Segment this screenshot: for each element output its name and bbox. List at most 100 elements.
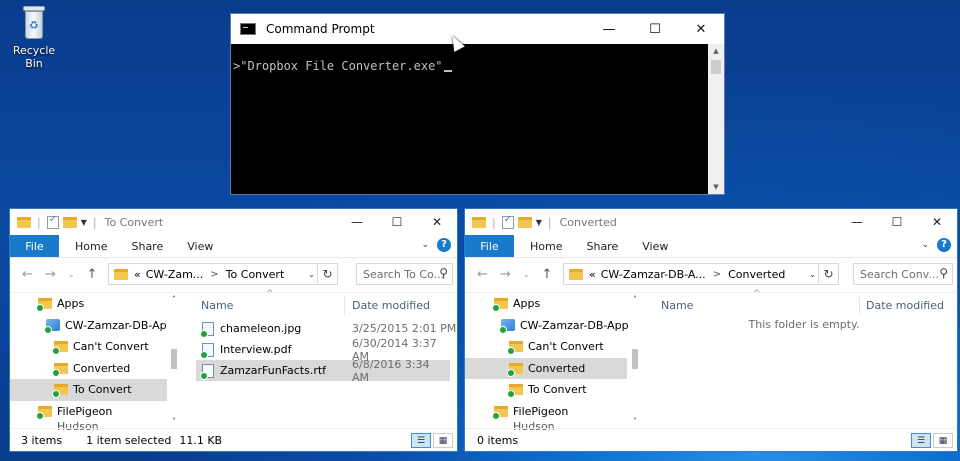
chevron-down-icon[interactable]: ⌄	[308, 270, 315, 279]
breadcrumb-to-convert[interactable]: To Convert	[226, 268, 285, 281]
expand-ribbon-icon[interactable]: ⌄	[921, 240, 929, 250]
properties-icon[interactable]	[46, 214, 59, 229]
search-icon[interactable]: ⚲	[939, 266, 948, 280]
back-arrow-icon[interactable]: ←	[477, 267, 488, 283]
tree-item-cw-zamzar-db-app[interactable]: CW-Zamzar-DB-App	[10, 315, 181, 337]
minimize-button[interactable]: —	[586, 14, 632, 44]
breadcrumb-overflow[interactable]: «	[589, 268, 596, 281]
maximize-button[interactable]: ☐	[377, 209, 417, 235]
file-row-selected[interactable]: ZamzarFunFacts.rtf 6/8/2016 3:34 AM	[196, 357, 450, 384]
properties-icon[interactable]	[501, 214, 514, 229]
scroll-thumb[interactable]	[632, 349, 638, 369]
chevron-down-icon[interactable]: ▼	[81, 218, 87, 227]
tree-item-cant-convert[interactable]: Can't Convert	[10, 336, 181, 358]
breadcrumb-cw-zamzar[interactable]: CW-Zam...	[146, 268, 204, 281]
address-bar[interactable]: « CW-Zam... > To Convert ⌄ ↻	[108, 263, 338, 285]
column-name-header[interactable]: Name	[201, 299, 233, 312]
scroll-up-icon[interactable]: ˄	[628, 295, 642, 304]
tab-file[interactable]: File	[10, 235, 59, 257]
maximize-button[interactable]: ☐	[632, 14, 678, 44]
chevron-down-icon[interactable]: ⌄	[809, 270, 816, 279]
tree-item-apps[interactable]: Apps	[465, 293, 642, 315]
minimize-button[interactable]: —	[337, 209, 377, 235]
tree-item-to-convert[interactable]: To Convert	[10, 379, 181, 401]
explorer-window-to-convert[interactable]: | ▼ | To Convert — ☐ ✕ File Home Share V…	[9, 208, 458, 452]
forward-arrow-icon[interactable]: →	[45, 267, 56, 283]
tab-home[interactable]: Home	[518, 235, 574, 257]
minimize-button[interactable]: —	[837, 209, 877, 235]
tab-view[interactable]: View	[175, 235, 225, 257]
close-button[interactable]: ✕	[417, 209, 457, 235]
scroll-up-icon[interactable]: ▲	[708, 44, 724, 58]
tree-item-to-convert[interactable]: To Convert	[465, 379, 642, 401]
search-icon[interactable]: ⚲	[439, 266, 448, 280]
recent-chevron-icon[interactable]: ⌄	[68, 267, 75, 283]
search-input[interactable]: Search To Co...	[363, 268, 444, 281]
expand-ribbon-icon[interactable]: ⌄	[421, 240, 429, 250]
recent-chevron-icon[interactable]: ⌄	[523, 267, 530, 283]
tree-item-filepigeon[interactable]: FilePigeon	[10, 401, 181, 423]
breadcrumb-overflow[interactable]: «	[134, 268, 141, 281]
explorer-window-converted[interactable]: | ▼ | Converted — ☐ ✕ File Home Share Vi…	[464, 208, 958, 452]
large-icons-view-icon[interactable]: ▦	[933, 433, 953, 448]
column-date-header[interactable]: Date modified	[866, 299, 944, 312]
close-button[interactable]: ✕	[917, 209, 957, 235]
cmd-console[interactable]: >"Dropbox File Converter.exe"	[231, 44, 708, 194]
tab-share[interactable]: Share	[119, 235, 175, 257]
tab-view[interactable]: View	[630, 235, 680, 257]
folder-icon	[569, 268, 583, 280]
tab-file[interactable]: File	[465, 235, 514, 257]
column-divider[interactable]	[859, 297, 860, 315]
help-icon[interactable]: ?	[437, 238, 451, 252]
tree-item-apps[interactable]: Apps	[10, 293, 181, 315]
details-view-icon[interactable]: ☰	[911, 433, 931, 448]
scroll-down-icon[interactable]: ▼	[708, 180, 724, 194]
explorer-titlebar[interactable]: | ▼ | To Convert — ☐ ✕	[10, 209, 457, 235]
tree-item-filepigeon[interactable]: FilePigeon	[465, 401, 642, 423]
new-folder-icon[interactable]	[62, 216, 77, 228]
item-count: 0 items	[477, 433, 519, 447]
column-divider[interactable]	[344, 297, 345, 315]
search-box[interactable]: Search Conv... ⚲	[853, 263, 953, 285]
up-arrow-icon[interactable]: ↑	[542, 267, 553, 283]
search-box[interactable]: Search To Co... ⚲	[356, 263, 453, 285]
new-folder-icon[interactable]	[517, 216, 532, 228]
breadcrumb-converted[interactable]: Converted	[728, 268, 785, 281]
scroll-down-icon[interactable]: ˅	[167, 417, 181, 426]
tree-item-converted[interactable]: Converted	[10, 358, 181, 380]
details-view-icon[interactable]: ☰	[411, 433, 431, 448]
cmd-scrollbar[interactable]: ▲ ▼	[708, 44, 724, 194]
breadcrumb-cw-zamzar[interactable]: CW-Zamzar-DB-A...	[601, 268, 706, 281]
file-date: 6/8/2016 3:34 AM	[352, 357, 430, 384]
scroll-down-icon[interactable]: ˅	[628, 417, 642, 426]
status-bar: 3 items 1 item selected 11.1 KB ☰ ▦	[10, 428, 457, 451]
tab-home[interactable]: Home	[63, 235, 119, 257]
tree-scrollbar[interactable]: ˄ ˅	[167, 293, 181, 428]
column-date-header[interactable]: Date modified	[352, 299, 430, 312]
cmd-titlebar[interactable]: Command Prompt — ☐ ✕	[231, 14, 724, 44]
tree-item-converted[interactable]: Converted	[465, 357, 627, 379]
scroll-thumb[interactable]	[171, 349, 177, 369]
scroll-up-icon[interactable]: ˄	[167, 295, 181, 304]
up-arrow-icon[interactable]: ↑	[87, 267, 98, 283]
command-prompt-window[interactable]: Command Prompt — ☐ ✕ >"Dropbox File Conv…	[230, 13, 725, 195]
tree-item-cw-zamzar-db-app[interactable]: CW-Zamzar-DB-App	[465, 315, 642, 337]
explorer-titlebar[interactable]: | ▼ | Converted — ☐ ✕	[465, 209, 957, 235]
refresh-icon[interactable]: ↻	[317, 264, 337, 284]
large-icons-view-icon[interactable]: ▦	[433, 433, 453, 448]
refresh-icon[interactable]: ↻	[818, 264, 838, 284]
maximize-button[interactable]: ☐	[877, 209, 917, 235]
address-bar[interactable]: « CW-Zamzar-DB-A... > Converted ⌄ ↻	[563, 263, 839, 285]
close-button[interactable]: ✕	[678, 14, 724, 44]
chevron-down-icon[interactable]: ▼	[536, 218, 542, 227]
help-icon[interactable]: ?	[937, 238, 951, 252]
search-input[interactable]: Search Conv...	[860, 268, 939, 281]
tree-item-cant-convert[interactable]: Can't Convert	[465, 336, 642, 358]
tree-scrollbar[interactable]: ˄ ˅	[628, 293, 642, 428]
tab-share[interactable]: Share	[574, 235, 630, 257]
forward-arrow-icon[interactable]: →	[500, 267, 511, 283]
scroll-thumb[interactable]	[711, 60, 721, 74]
column-name-header[interactable]: Name	[661, 299, 693, 312]
recycle-bin[interactable]: Recycle Bin	[4, 6, 64, 70]
back-arrow-icon[interactable]: ←	[22, 267, 33, 283]
